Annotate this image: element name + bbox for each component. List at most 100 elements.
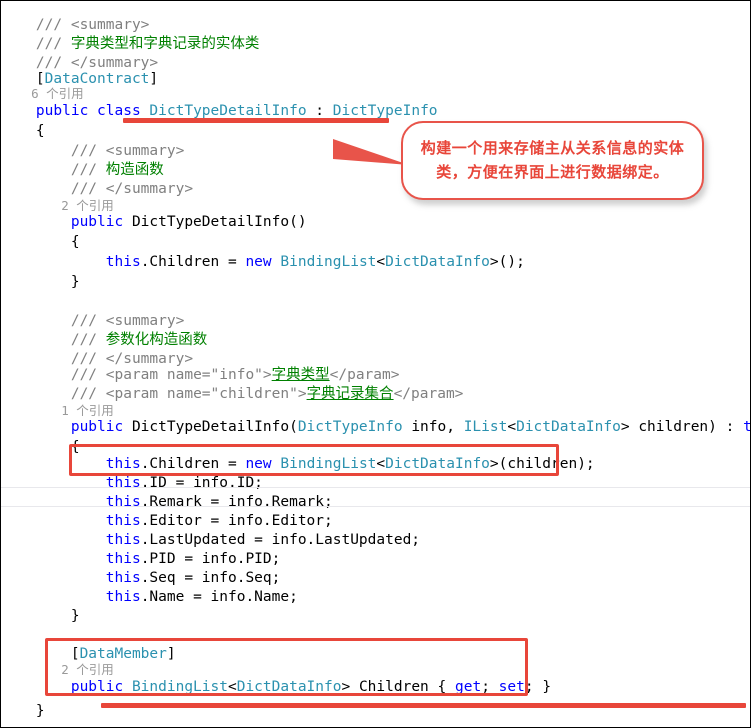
code-token: .LastUpdated = info.LastUpdated; — [140, 532, 421, 548]
code-token: /// — [1, 36, 71, 52]
code-token: ] — [149, 71, 159, 87]
annotation-box-children-assignment — [69, 444, 559, 476]
code-token: /// — [1, 313, 106, 329]
code-token: <summary> — [105, 143, 185, 159]
code-line-l25[interactable]: this.ID = info.ID; — [1, 473, 263, 493]
editor-change-hairline — [1, 506, 750, 507]
code-token: this — [105, 532, 141, 548]
annotation-callout-bubble: 构建一个用来存储主从关系信息的实体类，方便在界面上进行数据绑定。 — [401, 121, 704, 200]
code-token: /// — [1, 17, 71, 33]
code-line-l17[interactable]: /// 参数化构造函数 — [1, 330, 207, 350]
code-token: DictTypeDetailInfo — [149, 103, 307, 119]
code-token: this — [105, 254, 141, 270]
code-line-l02[interactable]: /// 字典类型和字典记录的实体类 — [1, 34, 259, 54]
code-token: .Seq = info.Seq; — [140, 570, 281, 586]
code-token: this — [105, 494, 141, 510]
code-token: public — [70, 214, 132, 230]
code-line-l31[interactable]: this.Name = info.Name; — [1, 587, 298, 607]
code-token: /// — [1, 143, 106, 159]
code-line-l36[interactable]: } — [1, 701, 45, 721]
code-token: 1 个引用 — [1, 403, 114, 418]
code-token: { — [1, 439, 80, 455]
code-token: <summary> — [105, 313, 185, 329]
code-token: 字典记录集合 — [306, 386, 394, 402]
code-line-l01[interactable]: /// <summary> — [1, 15, 150, 35]
code-token: 构造函数 — [105, 162, 164, 178]
code-line-l27[interactable]: this.Editor = info.Editor; — [1, 511, 333, 531]
code-token: < — [376, 254, 386, 270]
code-token: public class — [35, 103, 150, 119]
code-token: ; } — [524, 679, 552, 695]
code-token: this — [105, 551, 141, 567]
code-token: <param name="info"> — [105, 367, 272, 383]
code-token: DictTypeInfo — [297, 419, 403, 435]
code-token: .PID = info.PID; — [140, 551, 281, 567]
code-token: DictDataInfo — [385, 254, 490, 270]
code-line-l07[interactable]: { — [1, 121, 45, 141]
code-token: /// — [1, 367, 106, 383]
code-token: DictDataInfo — [516, 419, 621, 435]
annotation-box-datamember-property — [45, 638, 528, 696]
code-line-l19[interactable]: /// <param name="info">字典类型</param> — [1, 365, 400, 385]
code-line-l16[interactable]: /// <summary> — [1, 311, 185, 331]
code-line-l12[interactable]: public DictTypeDetailInfo() — [1, 212, 307, 232]
code-token: /// — [1, 162, 106, 178]
code-token: 6 个引用 — [1, 86, 84, 101]
code-line-l26[interactable]: this.Remark = info.Remark; — [1, 492, 333, 512]
code-line-l08[interactable]: /// <summary> — [1, 141, 185, 161]
code-line-l30[interactable]: this.Seq = info.Seq; — [1, 568, 281, 588]
code-token: </summary> — [105, 181, 194, 197]
code-token: this — [105, 570, 141, 586]
code-editor-screenshot: /// <summary> /// 字典类型和字典记录的实体类 /// </su… — [0, 0, 751, 728]
code-token: </param> — [393, 386, 464, 402]
code-surface[interactable]: /// <summary> /// 字典类型和字典记录的实体类 /// </su… — [1, 1, 750, 727]
code-token: : — [306, 103, 333, 119]
code-token: /// — [1, 386, 106, 402]
code-token: DictTypeDetailInfo( — [131, 419, 298, 435]
code-token: } — [1, 703, 45, 719]
code-token: this — [105, 475, 141, 491]
code-token: <summary> — [70, 17, 150, 33]
code-line-l32[interactable]: } — [1, 606, 80, 626]
code-line-l22[interactable]: public DictTypeDetailInfo(DictTypeInfo i… — [1, 417, 750, 437]
code-line-l09[interactable]: /// 构造函数 — [1, 160, 164, 180]
code-line-l29[interactable]: this.PID = info.PID; — [1, 549, 281, 569]
code-token: } — [1, 274, 80, 290]
code-line-l14[interactable]: this.Children = new BindingList<DictData… — [1, 252, 525, 272]
code-line-l28[interactable]: this.LastUpdated = info.LastUpdated; — [1, 530, 420, 550]
code-line-l15[interactable]: } — [1, 272, 80, 292]
code-token: >(); — [489, 254, 525, 270]
code-token: this — [105, 589, 141, 605]
code-token: 字典类型 — [271, 367, 330, 383]
code-token: .ID = info.ID; — [140, 475, 263, 491]
code-token: .Children = — [140, 254, 246, 270]
code-token: { — [1, 234, 80, 250]
code-token: < — [507, 419, 517, 435]
code-token: /// — [1, 332, 106, 348]
code-token: 字典类型和字典记录的实体类 — [70, 36, 260, 52]
code-token: new — [245, 254, 281, 270]
code-token: <param name="children"> — [105, 386, 307, 402]
code-token: IList — [463, 419, 508, 435]
code-token: 参数化构造函数 — [105, 332, 208, 348]
code-line-l13[interactable]: { — [1, 232, 80, 252]
code-token: > children) : — [620, 419, 744, 435]
code-token: public — [70, 419, 132, 435]
code-token: } — [1, 608, 80, 624]
editor-change-hairline — [1, 487, 750, 488]
code-token: this — [105, 513, 141, 529]
code-token: </param> — [329, 367, 400, 383]
code-token: 2 个引用 — [1, 198, 114, 213]
code-token: /// — [1, 181, 106, 197]
